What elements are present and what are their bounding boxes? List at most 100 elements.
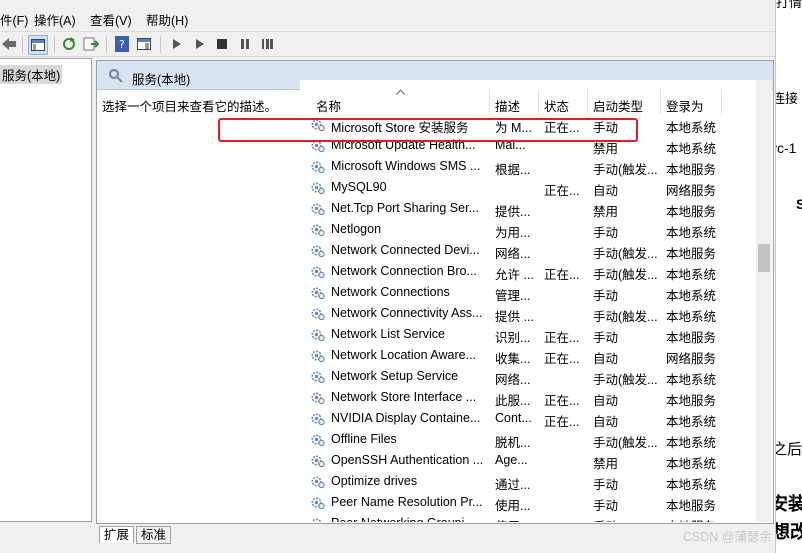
edge-text-6: 安装 [776,494,802,514]
export-icon[interactable] [82,35,100,53]
service-logon-as: 本地系统 [666,268,717,282]
service-gear-icon [310,201,325,216]
help-icon[interactable]: ? [113,35,131,53]
pane-title: 服务(本地) [132,73,191,87]
service-name: Microsoft Windows SMS ... [331,159,481,173]
column-startup-type[interactable]: 启动类型 [593,96,643,115]
table-row[interactable]: MySQL90 正在... 自动 网络服务 [300,177,756,198]
table-row[interactable]: Net.Tcp Port Sharing Ser... 提供... 禁用 本地服务 [300,198,756,219]
vertical-scrollbar[interactable] [756,80,772,522]
sort-chevron-up-icon [396,84,405,98]
menu-bar: 件(F) 操作(A) 查看(V) 帮助(H) [0,8,775,28]
service-description: 允许 ... [495,268,534,282]
service-gear-icon [310,348,325,363]
service-gear-icon [310,327,325,342]
service-startup-type: 手动(触发... [593,310,657,324]
service-logon-as: 本地服务 [666,163,717,177]
table-row[interactable]: Network Connectivity Ass... 提供 ... 手动(触发..… [300,303,756,324]
table-row[interactable]: Network Connection Bro... 允许 ... 正在... 手动(触… [300,261,756,282]
column-logon-as[interactable]: 登录为 [666,96,704,115]
menu-action[interactable]: 操作(A) [34,10,76,29]
table-row[interactable]: Network Location Aware... 收集... 正在... 自动 网络服… [300,345,756,366]
service-startup-type: 手动(触发... [593,436,657,450]
service-gear-icon [310,243,325,258]
service-logon-as: 本地系统 [666,478,717,492]
table-row[interactable]: Peer Networking Groupi... 使用... 手动 本地服务 [300,513,756,522]
service-gear-icon [310,222,325,237]
service-description: 提供... [495,205,531,219]
service-logon-as: 本地服务 [666,205,717,219]
table-row[interactable]: Microsoft Windows SMS ... 根据... 手动(触发... 本地… [300,156,756,177]
edge-text-1: 打情 [776,0,802,10]
service-name: Network Location Aware... [331,348,476,362]
service-description: 使用... [495,499,531,513]
service-gear-icon [310,474,325,489]
table-row[interactable]: OpenSSH Authentication ... Age... 禁用 本地系统 [300,450,756,471]
edge-text-7: 想改 [776,522,802,542]
service-description: 根据... [495,163,531,177]
service-startup-type: 自动 [593,394,619,408]
service-description: Age... [495,453,528,467]
table-row[interactable]: Network Setup Service 网络... 手动(触发... 本地系统 [300,366,756,387]
column-status[interactable]: 状态 [544,96,569,115]
column-description[interactable]: 描述 [495,96,520,115]
services-window: 件(F) 操作(A) 查看(V) 帮助(H) ? 服务(本地) 服务(本地) 选… [0,0,776,553]
services-list: 名称 描述 状态 启动类型 登录为 Microsoft Store 安装服务为 … [300,80,756,522]
service-startup-type: 手动(触发... [593,163,657,177]
toolbar: ? [0,31,775,57]
service-name: Network List Service [331,327,445,341]
tab-extended[interactable]: 扩展 [99,526,135,543]
service-gear-icon [310,180,325,195]
service-name: Network Setup Service [331,369,459,383]
edge-text-3: vc-1 [776,140,797,156]
refresh-icon[interactable] [60,35,78,53]
table-row[interactable]: NVIDIA Display Containe... Cont... 正在... 自动… [300,408,756,429]
service-startup-type: 自动 [593,352,619,366]
service-description: 使用... [495,516,535,522]
service-name: Offline Files [331,432,397,446]
service-name: Peer Name Resolution Pr... [331,495,483,509]
stop-icon[interactable] [213,35,231,53]
view-tabs: 扩展 标准 [96,524,772,544]
menu-view[interactable]: 查看(V) [90,10,132,29]
menu-file[interactable]: 件(F) [0,10,28,29]
column-name[interactable]: 名称 [316,96,341,115]
service-startup-type: 禁用 [593,205,619,219]
service-gear-icon [310,411,325,426]
tree-item-services-local[interactable]: 服务(本地) [0,65,63,84]
table-row[interactable]: Network Store Interface ... 此服... 正在... 自动 本… [300,387,756,408]
pause-icon[interactable] [236,35,254,53]
service-name: Network Connectivity Ass... [331,306,483,320]
service-gear-icon [310,264,325,279]
view-pane-icon[interactable] [28,35,48,55]
table-row[interactable]: Offline Files 脱机... 手动(触发... 本地系统 [300,429,756,450]
svg-text:?: ? [119,38,125,51]
table-row[interactable]: Peer Name Resolution Pr... 使用... 手动 本地服务 [300,492,756,513]
play-alt-icon[interactable] [191,35,209,53]
restart-icon[interactable] [259,35,277,53]
table-row[interactable]: Network List Service 识别... 正在... 手动 本地服务 [300,324,756,345]
tab-standard[interactable]: 标准 [136,526,172,544]
service-gear-icon [310,285,325,300]
service-status: 正在... [544,331,580,345]
service-name: Optimize drives [331,474,418,488]
properties-icon[interactable] [135,35,153,53]
service-gear-icon [310,306,325,321]
table-row[interactable]: Optimize drives 通过... 手动 本地系统 [300,471,756,492]
table-row[interactable]: Netlogon 为用... 手动 本地系统 [300,219,756,240]
service-description: Cont... [495,411,532,425]
service-logon-as: 本地系统 [666,289,717,303]
service-name: Netlogon [331,222,382,236]
table-row[interactable]: Network Connected Devi... 网络... 手动(触发... 本地… [300,240,756,261]
service-name: Network Connected Devi... [331,243,480,257]
service-description: 通过... [495,478,531,492]
service-description: 此服... [495,394,531,408]
scroll-thumb[interactable] [758,244,770,272]
menu-help[interactable]: 帮助(H) [146,10,188,29]
service-logon-as: 本地系统 [666,310,717,324]
description-text: 选择一个项目来查看它的描述。 [102,100,278,114]
service-logon-as: 本地系统 [666,436,717,450]
back-arrow-icon[interactable] [0,35,18,53]
play-icon[interactable] [168,35,186,53]
table-row[interactable]: Network Connections 管理... 手动 本地系统 [300,282,756,303]
